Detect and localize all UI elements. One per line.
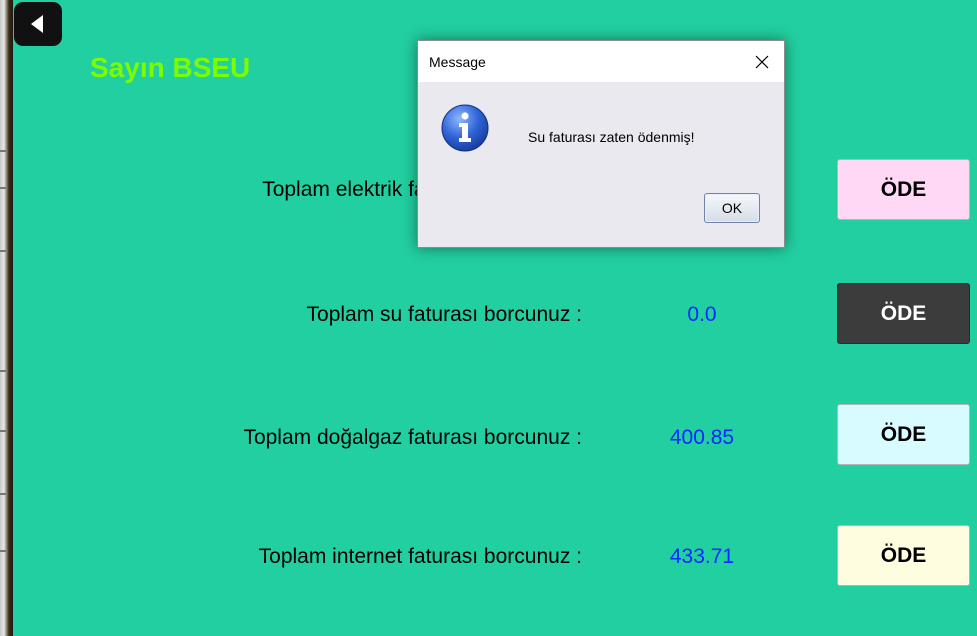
ok-button[interactable]: OK xyxy=(704,193,760,223)
info-icon xyxy=(441,104,489,152)
pay-internet-button[interactable]: ÖDE xyxy=(837,525,970,586)
message-dialog: Message Su faturası zaten ödenmiş! OK xyxy=(417,40,785,248)
pay-water-button[interactable]: ÖDE xyxy=(837,283,970,344)
gas-bill-label: Toplam doğalgaz faturası borcunuz : xyxy=(243,426,582,449)
close-icon xyxy=(755,55,769,68)
pay-electricity-button[interactable]: ÖDE xyxy=(837,159,970,220)
back-button[interactable] xyxy=(14,2,62,46)
internet-bill-value: 433.71 xyxy=(669,545,735,568)
dialog-titlebar[interactable]: Message xyxy=(418,41,784,82)
dialog-title: Message xyxy=(429,54,486,70)
dialog-message: Su faturası zaten ödenmiş! xyxy=(528,129,695,145)
internet-bill-label: Toplam internet faturası borcunuz : xyxy=(258,545,582,568)
back-arrow-icon xyxy=(30,15,43,33)
water-bill-value: 0.0 xyxy=(687,303,717,326)
window-edge xyxy=(0,0,13,636)
water-bill-label: Toplam su faturası borcunuz : xyxy=(306,303,582,326)
dialog-close-button[interactable] xyxy=(740,41,784,82)
gas-bill-value: 400.85 xyxy=(669,426,735,449)
greeting-title: Sayın BSEU xyxy=(90,52,251,83)
pay-gas-button[interactable]: ÖDE xyxy=(837,404,970,465)
